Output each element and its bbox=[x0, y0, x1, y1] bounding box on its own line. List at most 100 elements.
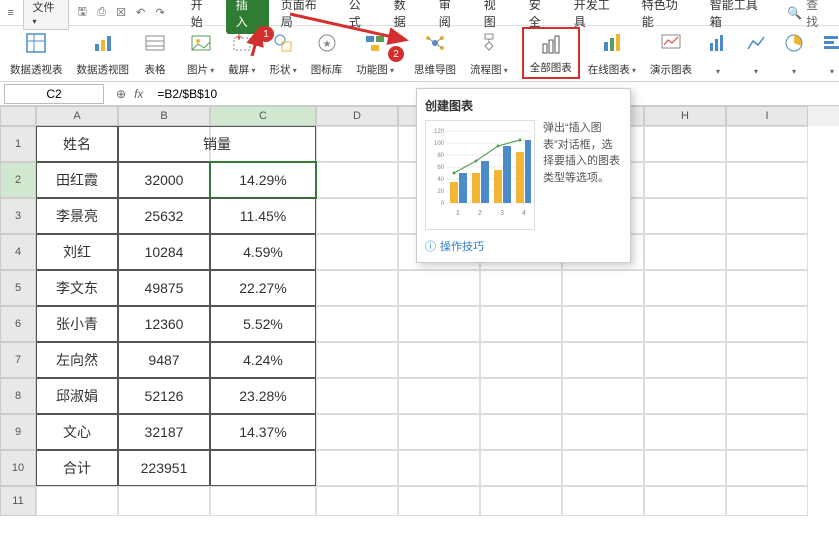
row-headers: 1 2 3 4 5 6 7 8 9 10 11 bbox=[0, 126, 36, 516]
col-header-D[interactable]: D bbox=[316, 106, 398, 126]
row-header[interactable]: 7 bbox=[0, 342, 36, 378]
ribbon-picture[interactable]: 图片 bbox=[181, 27, 220, 79]
table-cell[interactable]: 12360 bbox=[118, 306, 210, 342]
ribbon-allcharts[interactable]: 全部图表 bbox=[522, 27, 580, 79]
hamburger-icon[interactable]: ≡ bbox=[4, 6, 17, 20]
search-icon: 🔍 bbox=[787, 6, 802, 20]
col-header-B[interactable]: B bbox=[118, 106, 210, 126]
table-cell[interactable]: 14.37% bbox=[210, 414, 316, 450]
row-header[interactable]: 5 bbox=[0, 270, 36, 306]
header-sales[interactable]: 销量 bbox=[118, 126, 316, 162]
table-cell[interactable]: 23.28% bbox=[210, 378, 316, 414]
search-button[interactable]: 🔍 查找 bbox=[781, 0, 835, 30]
row-header[interactable]: 1 bbox=[0, 126, 36, 162]
table-cell[interactable]: 文心 bbox=[36, 414, 118, 450]
undo-icon[interactable]: ↶ bbox=[134, 6, 147, 20]
ytick: 100 bbox=[434, 141, 445, 147]
table-cell[interactable]: 刘红 bbox=[36, 234, 118, 270]
table-cell[interactable]: 5.52% bbox=[210, 306, 316, 342]
row-header[interactable]: 8 bbox=[0, 378, 36, 414]
select-all-corner[interactable] bbox=[0, 106, 36, 126]
row-header[interactable]: 9 bbox=[0, 414, 36, 450]
ribbon-screenshot[interactable]: 截屏 bbox=[222, 27, 261, 79]
table-cell[interactable]: 32000 bbox=[118, 162, 210, 198]
ribbon-table[interactable]: 表格 bbox=[137, 27, 173, 79]
menubar-left: ≡ 文件 ▾ 🖫 ⎙ ☒ ↶ ↷ bbox=[4, 0, 167, 30]
preview-icon[interactable]: ☒ bbox=[114, 6, 127, 20]
ytick: 40 bbox=[437, 177, 444, 183]
table-cell[interactable]: 52126 bbox=[118, 378, 210, 414]
ribbon-pivotchart[interactable]: 数据透视图 bbox=[71, 27, 136, 79]
svg-text:★: ★ bbox=[322, 39, 331, 50]
formula-bar-icons: ⊕ fx bbox=[108, 87, 151, 101]
ribbon-linechart[interactable] bbox=[738, 27, 774, 79]
tooltip-link[interactable]: ⓘ 操作技巧 bbox=[425, 230, 622, 254]
ribbon-pivottable[interactable]: 数据透视表 bbox=[4, 27, 69, 79]
col-header-I[interactable]: I bbox=[726, 106, 808, 126]
table-cell[interactable]: 49875 bbox=[118, 270, 210, 306]
ytick: 120 bbox=[434, 129, 445, 135]
save-icon[interactable]: 🖫 bbox=[75, 6, 88, 20]
table-cell[interactable]: 11.45% bbox=[210, 198, 316, 234]
name-box[interactable] bbox=[4, 84, 104, 104]
ytick: 20 bbox=[437, 189, 444, 195]
ribbon-flowchart[interactable]: 流程图 bbox=[464, 27, 514, 79]
ribbon-barchart[interactable] bbox=[700, 27, 736, 79]
tooltip-title: 创建图表 bbox=[425, 97, 622, 114]
ribbon-piechart[interactable] bbox=[776, 27, 812, 79]
fx-icon[interactable]: fx bbox=[134, 87, 143, 101]
table-cell[interactable]: 李景亮 bbox=[36, 198, 118, 234]
ribbon-barhchart[interactable] bbox=[814, 27, 839, 79]
table-cell[interactable]: 10284 bbox=[118, 234, 210, 270]
ytick: 60 bbox=[437, 165, 444, 171]
table-cell[interactable]: 李文东 bbox=[36, 270, 118, 306]
xtick: 2 bbox=[478, 210, 482, 217]
fx-dropdown-icon[interactable]: ⊕ bbox=[116, 87, 126, 101]
ytick: 80 bbox=[437, 153, 444, 159]
row-header[interactable]: 11 bbox=[0, 486, 36, 516]
table-cell[interactable]: 田红霞 bbox=[36, 162, 118, 198]
file-menu-button[interactable]: 文件 ▾ bbox=[23, 0, 69, 30]
ribbon-onlinechart[interactable]: 在线图表 bbox=[582, 27, 642, 79]
print-icon[interactable]: ⎙ bbox=[95, 6, 108, 20]
table-cell[interactable]: 张小青 bbox=[36, 306, 118, 342]
col-header-A[interactable]: A bbox=[36, 106, 118, 126]
row-header[interactable]: 2 bbox=[0, 162, 36, 198]
table-cell[interactable]: 邱淑娟 bbox=[36, 378, 118, 414]
row-header[interactable]: 4 bbox=[0, 234, 36, 270]
annotation-badge-2: 2 bbox=[388, 46, 404, 62]
xtick: 3 bbox=[500, 210, 504, 217]
tooltip-link-label: 操作技巧 bbox=[440, 238, 484, 254]
row-header[interactable]: 10 bbox=[0, 450, 36, 486]
col-header-H[interactable]: H bbox=[644, 106, 726, 126]
ribbon: 数据透视表 数据透视图 表格 图片 截屏 形状 ★图标库 功能图 思维导图 流程… bbox=[0, 26, 839, 82]
total-label[interactable]: 合计 bbox=[36, 450, 118, 486]
total-value[interactable]: 223951 bbox=[118, 450, 210, 486]
ribbon-iconlib[interactable]: ★图标库 bbox=[305, 27, 349, 79]
menubar: ≡ 文件 ▾ 🖫 ⎙ ☒ ↶ ↷ 开始 插入 页面布局 公式 数据 审阅 视图 … bbox=[0, 0, 839, 26]
col-header-C[interactable]: C bbox=[210, 106, 316, 126]
table-cell[interactable]: 25632 bbox=[118, 198, 210, 234]
table-cell[interactable]: 22.27% bbox=[210, 270, 316, 306]
table-cell[interactable]: 4.59% bbox=[210, 234, 316, 270]
redo-icon[interactable]: ↷ bbox=[153, 6, 166, 20]
info-icon: ⓘ bbox=[425, 238, 436, 254]
search-label: 查找 bbox=[806, 0, 829, 30]
tooltip-chart-thumb: 0 20 40 60 80 100 120 1 2 3 bbox=[425, 120, 535, 230]
table-cell[interactable] bbox=[210, 450, 316, 486]
row-header[interactable]: 6 bbox=[0, 306, 36, 342]
table-cell[interactable]: 左向然 bbox=[36, 342, 118, 378]
header-name[interactable]: 姓名 bbox=[36, 126, 118, 162]
table-cell[interactable]: 4.24% bbox=[210, 342, 316, 378]
chart-tooltip: 创建图表 0 20 40 60 80 100 120 bbox=[416, 88, 631, 263]
ribbon-mindmap[interactable]: 思维导图 bbox=[408, 27, 462, 79]
table-cell[interactable]: 9487 bbox=[118, 342, 210, 378]
ytick: 0 bbox=[441, 201, 445, 207]
chart-thumb-svg: 0 20 40 60 80 100 120 1 2 3 bbox=[426, 121, 534, 229]
annotation-badge-1: 1 bbox=[258, 26, 274, 42]
cell-C2-selected[interactable]: 14.29% bbox=[210, 162, 316, 198]
row-header[interactable]: 3 bbox=[0, 198, 36, 234]
table-cell[interactable]: 32187 bbox=[118, 414, 210, 450]
xtick: 4 bbox=[522, 210, 526, 217]
ribbon-presentchart[interactable]: 演示图表 bbox=[644, 27, 698, 79]
